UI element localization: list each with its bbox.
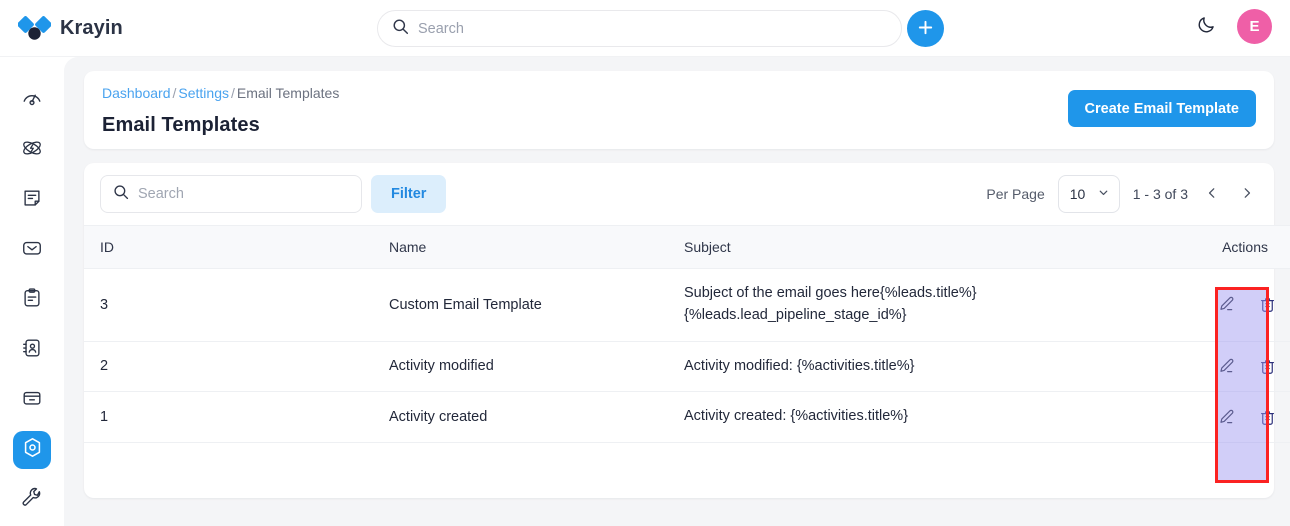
- pagination-prev-button[interactable]: [1201, 181, 1223, 207]
- cell-actions: [1184, 391, 1290, 443]
- delete-row-button[interactable]: [1258, 408, 1277, 427]
- sidebar-item-leads[interactable]: [13, 131, 51, 169]
- app-root: Krayin Search E Dashboard / Settings / E…: [0, 0, 1290, 526]
- breadcrumb-separator-2: /: [230, 85, 235, 101]
- breadcrumb-dashboard[interactable]: Dashboard: [102, 85, 171, 101]
- clipboard-icon: [21, 287, 43, 314]
- search-icon: [392, 18, 409, 40]
- sidebar-item-settings[interactable]: [13, 431, 51, 469]
- edit-row-button[interactable]: [1217, 408, 1236, 427]
- cell-actions: [1184, 341, 1290, 393]
- chevron-down-icon: [1097, 186, 1110, 202]
- create-email-template-button[interactable]: Create Email Template: [1067, 90, 1256, 127]
- moon-icon: [1196, 15, 1216, 38]
- datagrid-toolbar: Filter Per Page 10 1 - 3 of 3: [84, 163, 1274, 225]
- table-row[interactable]: 1 Activity created Activity created: {%a…: [84, 391, 1290, 443]
- breadcrumb-separator-1: /: [172, 85, 177, 101]
- table-body: 3 Custom Email Template Subject of the e…: [84, 268, 1290, 443]
- search-icon: [113, 184, 129, 205]
- cell-name: Activity modified: [389, 341, 684, 393]
- email-templates-table: ID Name Subject Actions 3 Custom Email T…: [84, 225, 1290, 443]
- cell-subject: Subject of the email goes here{%leads.ti…: [684, 268, 1184, 342]
- filter-button[interactable]: Filter: [371, 175, 447, 213]
- sidebar-item-products[interactable]: [13, 381, 51, 419]
- avatar[interactable]: E: [1237, 9, 1272, 44]
- per-page-select[interactable]: 10: [1057, 175, 1120, 213]
- avatar-initial: E: [1249, 18, 1260, 35]
- cell-actions: [1184, 268, 1290, 342]
- cell-name: Activity created: [389, 391, 684, 443]
- delete-row-button[interactable]: [1258, 295, 1277, 314]
- wrench-icon: [21, 487, 43, 514]
- per-page-value: 10: [1069, 186, 1086, 202]
- global-search-input[interactable]: [418, 20, 887, 37]
- table-row[interactable]: 3 Custom Email Template Subject of the e…: [84, 268, 1290, 342]
- datagrid-search-input[interactable]: [138, 186, 349, 202]
- chevron-left-icon: [1205, 186, 1219, 203]
- column-header-name[interactable]: Name: [389, 225, 684, 269]
- table-head: ID Name Subject Actions: [84, 225, 1290, 269]
- plus-icon: [916, 18, 935, 40]
- sidebar: [0, 57, 64, 526]
- krayin-v-logo-icon: [17, 15, 52, 42]
- brand-name: Krayin: [60, 16, 123, 39]
- cell-subject: Activity modified: {%activities.title%}: [684, 341, 1184, 393]
- edit-row-button[interactable]: [1217, 295, 1236, 314]
- table-row[interactable]: 2 Activity modified Activity modified: {…: [84, 341, 1290, 393]
- brand[interactable]: Krayin: [17, 15, 218, 42]
- document-icon: [21, 187, 43, 214]
- edit-row-button[interactable]: [1217, 357, 1236, 376]
- page-content: Dashboard / Settings / Email Templates Email…: [64, 57, 1290, 526]
- datagrid-card: Filter Per Page 10 1 - 3 of 3: [84, 163, 1290, 498]
- page-header-card: Dashboard / Settings / Email Templates Email…: [84, 71, 1274, 149]
- top-header: Krayin Search E: [0, 0, 1290, 57]
- delete-row-button[interactable]: [1258, 357, 1277, 376]
- chevron-right-icon: [1240, 186, 1254, 203]
- cell-id: 1: [84, 391, 389, 443]
- cell-name: Custom Email Template: [389, 268, 684, 342]
- contact-book-icon: [21, 337, 43, 364]
- datagrid-search[interactable]: [100, 175, 362, 213]
- dark-mode-toggle[interactable]: [1191, 12, 1221, 42]
- hexagon-gear-icon: [21, 436, 44, 464]
- sidebar-item-contacts[interactable]: [13, 331, 51, 369]
- per-page-label: Per Page: [986, 186, 1045, 202]
- global-search[interactable]: [377, 10, 902, 47]
- header-actions: E: [1191, 9, 1272, 44]
- speedometer-icon: [21, 87, 43, 114]
- column-header-actions: Actions: [1184, 225, 1290, 269]
- cell-id: 2: [84, 341, 389, 393]
- table-header-row: ID Name Subject Actions: [84, 225, 1290, 269]
- column-header-subject[interactable]: Subject: [684, 225, 1184, 269]
- pagination: Per Page 10 1 - 3 of 3: [986, 175, 1258, 213]
- column-header-id[interactable]: ID: [84, 225, 389, 269]
- breadcrumb-settings[interactable]: Settings: [178, 85, 229, 101]
- sidebar-item-configuration[interactable]: [13, 481, 51, 519]
- envelope-icon: [21, 237, 43, 264]
- pagination-next-button[interactable]: [1236, 181, 1258, 207]
- cell-id: 3: [84, 268, 389, 342]
- sidebar-item-quotes[interactable]: [13, 181, 51, 219]
- cell-subject: Activity created: {%activities.title%}: [684, 391, 1184, 443]
- sidebar-item-activities[interactable]: [13, 281, 51, 319]
- breadcrumb-current: Email Templates: [236, 85, 340, 101]
- pagination-range: 1 - 3 of 3: [1132, 186, 1188, 202]
- sidebar-item-mail[interactable]: [13, 231, 51, 269]
- box-icon: [21, 387, 43, 414]
- atom-icon: [21, 137, 43, 164]
- sidebar-item-dashboard[interactable]: [13, 81, 51, 119]
- quick-add-button[interactable]: [907, 10, 944, 47]
